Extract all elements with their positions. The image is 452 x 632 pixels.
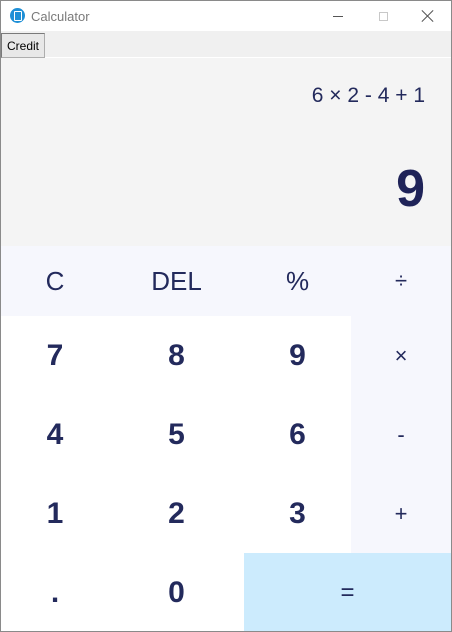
add-button[interactable]: + (351, 474, 451, 553)
digit-2-button[interactable]: 2 (109, 474, 244, 553)
menu-bar: Credit (1, 31, 451, 58)
digit-9-button[interactable]: 9 (244, 316, 351, 395)
delete-button[interactable]: DEL (109, 246, 244, 316)
digit-8-button[interactable]: 8 (109, 316, 244, 395)
result-display: 9 (396, 160, 425, 218)
expression-display: 6 × 2 - 4 + 1 (311, 84, 425, 107)
minimize-button[interactable] (315, 1, 361, 31)
digit-4-button[interactable]: 4 (1, 395, 109, 474)
close-icon (422, 10, 434, 22)
calculator-app-icon (10, 8, 25, 23)
window-title: Calculator (31, 9, 90, 24)
credit-button[interactable]: Credit (1, 33, 45, 58)
clear-button[interactable]: C (1, 246, 109, 316)
equals-button[interactable]: = (244, 553, 451, 631)
digit-3-button[interactable]: 3 (244, 474, 351, 553)
title-bar[interactable]: Calculator (1, 1, 451, 31)
close-button[interactable] (405, 1, 451, 31)
digit-1-button[interactable]: 1 (1, 474, 109, 553)
digit-5-button[interactable]: 5 (109, 395, 244, 474)
multiply-button[interactable]: × (351, 316, 451, 395)
maximize-icon (378, 11, 388, 21)
digit-0-button[interactable]: 0 (109, 553, 244, 631)
maximize-button[interactable] (360, 1, 406, 31)
calculator-window: Calculator Credit 6 × 2 - 4 + 1 9 C DEL … (0, 0, 452, 632)
decimal-button[interactable]: . (1, 553, 109, 631)
percent-button[interactable]: % (244, 246, 351, 316)
minimize-icon (333, 15, 343, 17)
digit-7-button[interactable]: 7 (1, 316, 109, 395)
calculator-display: 6 × 2 - 4 + 1 9 (1, 58, 451, 246)
digit-6-button[interactable]: 6 (244, 395, 351, 474)
subtract-button[interactable]: - (351, 395, 451, 474)
divide-button[interactable]: ÷ (351, 246, 451, 316)
